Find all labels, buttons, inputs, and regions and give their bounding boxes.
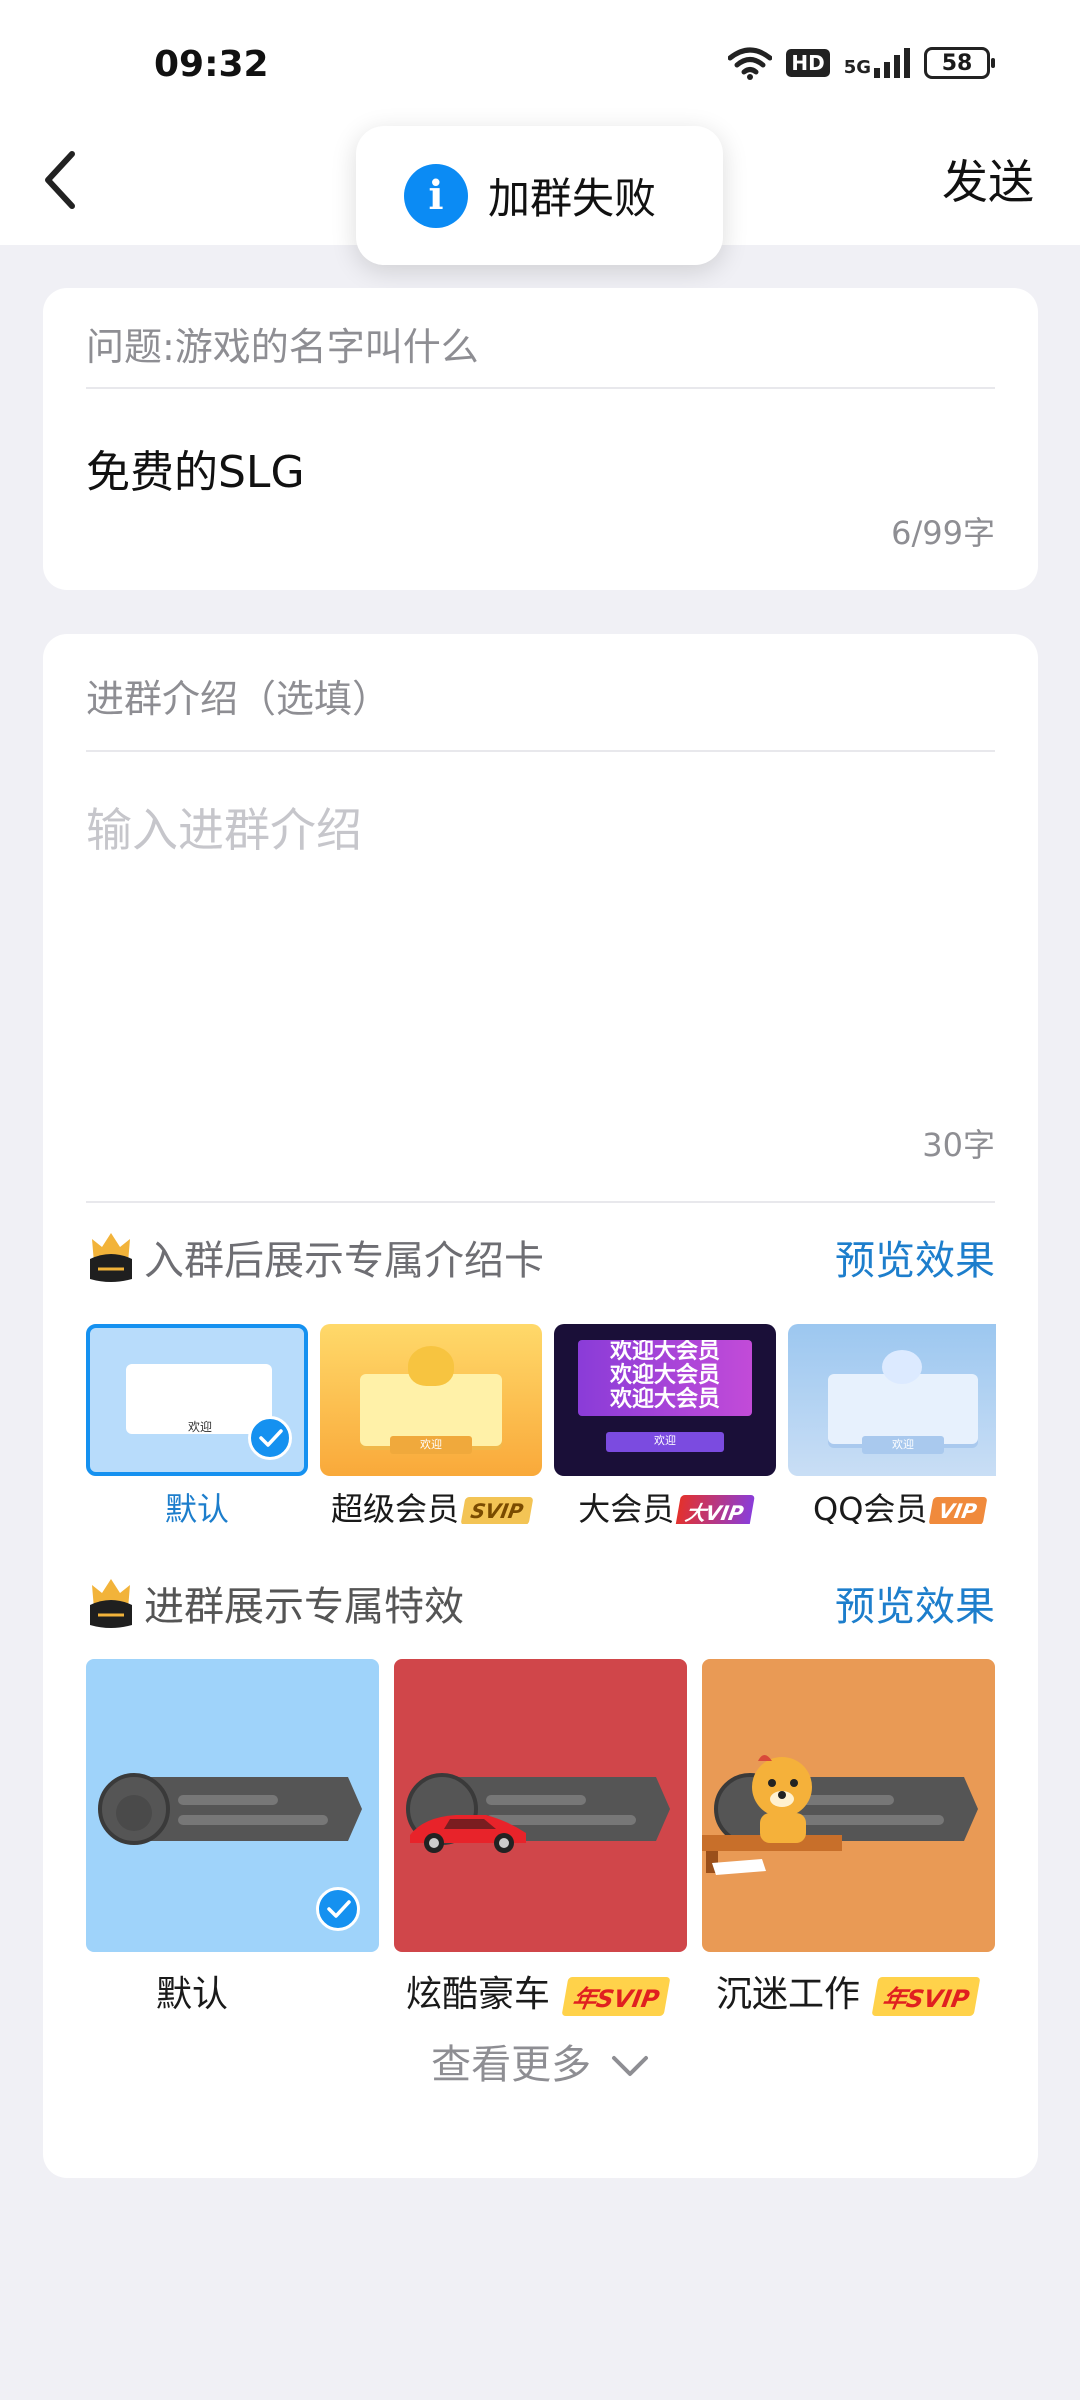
intro-card-qqvip[interactable]: 欢迎 [788, 1324, 996, 1476]
effect-bar-thumbnail [98, 1773, 362, 1845]
toast: i 加群失败 [356, 126, 723, 265]
intro-card-qqvip-label: QQ会员 VIP [788, 1484, 996, 1524]
selected-check-icon [316, 1887, 360, 1931]
intro-card-bigvip-label: 大会员 大VIP [554, 1484, 776, 1524]
battery-icon: 58 [924, 47, 995, 79]
intro-card-default[interactable]: 欢迎 [86, 1324, 308, 1476]
card-thumb-text: 欢迎 [390, 1436, 472, 1454]
effect-preview-link[interactable]: 预览效果 [835, 1574, 995, 1632]
status-time: 09:32 [154, 44, 269, 85]
effect-work-addicted-label: 沉迷工作 年SVIP [716, 1965, 982, 2017]
send-button[interactable]: 发送 [942, 146, 1034, 212]
chevron-down-icon [611, 2056, 648, 2076]
intro-label: 进群介绍（选填） [86, 677, 391, 721]
penguin-icon [408, 1346, 454, 1386]
intro-card-default-label: 默认 [164, 1490, 229, 1524]
hd-icon: HD [786, 49, 830, 77]
intro-card-svip-label: 超级会员 SVIP [320, 1484, 542, 1524]
intro-card-bigvip[interactable]: 欢迎大会员 欢迎大会员 欢迎大会员 欢迎 [554, 1324, 776, 1476]
view-more-button[interactable]: 查看更多 [43, 2032, 1038, 2090]
intro-card-svip[interactable]: 欢迎 [320, 1324, 542, 1476]
divider [86, 1201, 995, 1203]
sports-car-icon [410, 1815, 526, 1853]
card-thumb-text: 欢迎 [188, 1420, 213, 1434]
card-thumbnail [828, 1374, 978, 1444]
cell-signal-icon: 5G [844, 48, 910, 78]
effect-cool-car[interactable] [394, 1659, 687, 1952]
penguin-icon [882, 1350, 922, 1384]
intro-char-count: 30字 [922, 1126, 995, 1164]
back-arrow-icon[interactable] [38, 144, 88, 214]
cartoon-dog-icon [702, 1755, 842, 1875]
toast-message: 加群失败 [488, 174, 657, 223]
status-bar: 09:32 HD 5G 58 [0, 0, 1080, 130]
status-icons: HD 5G 58 [728, 46, 995, 80]
card-thumb-text: 欢迎 [862, 1436, 944, 1454]
effect-section-header: 进群展示专属特效 预览效果 [86, 1568, 995, 1638]
intro-card: 进群介绍（选填） 输入进群介绍 30字 入群后展示专属介绍卡 预览效果 欢迎 默… [43, 634, 1038, 2178]
effect-section-title: 进群展示专属特效 [144, 1584, 464, 1630]
card-thumbnail: 欢迎大会员 欢迎大会员 欢迎大会员 [578, 1340, 752, 1416]
question-card: 问题:游戏的名字叫什么 免费的SLG 6/99字 [43, 288, 1038, 590]
bigvip-badge: 大VIP [675, 1494, 755, 1524]
effect-cool-car-label: 炫酷豪车 年SVIP [406, 1965, 672, 2017]
effect-default[interactable] [86, 1659, 379, 1952]
selected-check-icon [248, 1416, 292, 1460]
crown-icon [90, 1579, 132, 1628]
effect-list[interactable]: 默认 炫酷豪车 年SVIP 沉迷工作 年SVIP [86, 1659, 996, 2019]
answer-char-count: 6/99字 [891, 514, 995, 552]
wifi-icon [728, 47, 773, 80]
card-thumb-text: 欢迎 [606, 1432, 724, 1452]
divider [86, 387, 995, 389]
intro-card-section-header: 入群后展示专属介绍卡 预览效果 [86, 1222, 995, 1292]
intro-card-list[interactable]: 欢迎 默认 欢迎 超级会员 SVIP 欢迎大会员 欢迎大会员 欢迎大会员 欢迎 大会员… [86, 1324, 996, 1524]
intro-input[interactable]: 输入进群介绍 [86, 794, 362, 860]
answer-input[interactable]: 免费的SLG [86, 436, 305, 500]
info-icon: i [404, 163, 468, 228]
year-svip-badge: 年SVIP [562, 1976, 672, 2016]
effect-default-label: 默认 [156, 1974, 229, 2015]
crown-icon [90, 1233, 132, 1282]
year-svip-badge: 年SVIP [872, 1976, 982, 2016]
svip-badge: SVIP [460, 1497, 534, 1524]
intro-card-preview-link[interactable]: 预览效果 [835, 1228, 995, 1286]
effect-work-addicted[interactable] [702, 1659, 995, 1952]
intro-card-section-title: 入群后展示专属介绍卡 [144, 1238, 544, 1284]
question-label: 问题:游戏的名字叫什么 [86, 325, 479, 369]
divider [86, 750, 995, 752]
vip-badge: VIP [928, 1497, 988, 1524]
